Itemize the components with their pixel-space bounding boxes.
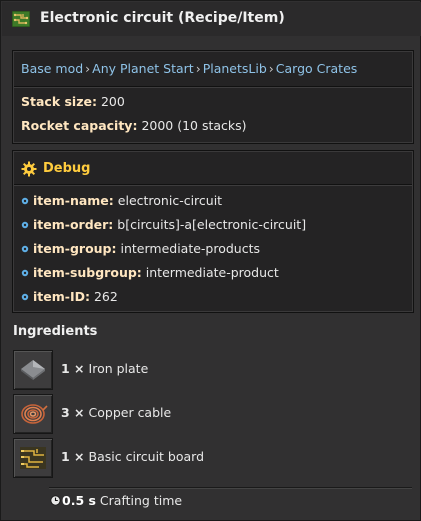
bullet-gear-icon — [21, 221, 29, 229]
rocket-capacity: Rocket capacity: 2000 (10 stacks) — [21, 118, 247, 133]
ingredients-heading: Ingredients — [13, 324, 98, 339]
ingredient-text: 1 × Basic circuit board — [61, 449, 204, 464]
breadcrumb-cargo-crates[interactable]: Cargo Crates — [276, 61, 358, 76]
bullet-gear-icon — [21, 197, 29, 205]
debug-row-item-order: item-order: b[circuits]-a[electronic-cir… — [21, 217, 306, 232]
debug-row-item-id: item-ID: 262 — [21, 289, 118, 304]
debug-row-item-name: item-name: electronic-circuit — [21, 193, 222, 208]
debug-value: intermediate-products — [120, 241, 261, 256]
debug-title: Debug — [43, 161, 91, 176]
debug-value: electronic-circuit — [117, 193, 223, 208]
breadcrumb-base-mod[interactable]: Base mod — [21, 61, 83, 76]
ingredient-text: 3 × Copper cable — [61, 405, 171, 420]
ingredient-name[interactable]: Basic circuit board — [89, 449, 205, 464]
ingredient-amount: 3 × — [61, 405, 85, 420]
debug-panel: Debug item-name: electronic-circuit item… — [12, 150, 414, 313]
debug-key: item-subgroup: — [33, 265, 142, 280]
ingredient-amount: 1 × — [61, 361, 85, 376]
divider — [14, 86, 412, 87]
gear-icon — [21, 161, 37, 177]
ingredient-row: 1 × Iron plate — [13, 350, 413, 390]
stack-size-label: Stack size: — [21, 94, 97, 109]
rocket-capacity-label: Rocket capacity: — [21, 118, 138, 133]
ingredient-row: 3 × Copper cable — [13, 394, 413, 434]
stack-size: Stack size: 200 — [21, 94, 125, 109]
copper-cable-icon — [21, 404, 48, 424]
debug-value: intermediate-product — [145, 265, 279, 280]
clock-icon — [50, 495, 61, 506]
tooltip-window: Electronic circuit (Recipe/Item) Base mo… — [0, 0, 421, 521]
stack-size-value: 200 — [100, 94, 125, 109]
electronic-circuit-icon — [12, 11, 30, 27]
rocket-capacity-value: 2000 (10 stacks) — [141, 118, 247, 133]
debug-value: 262 — [93, 289, 118, 304]
window-title: Electronic circuit (Recipe/Item) — [40, 10, 285, 26]
divider — [14, 184, 412, 185]
debug-row-item-group: item-group: intermediate-products — [21, 241, 260, 256]
crafting-time-label: Crafting time — [99, 493, 183, 508]
debug-key: item-name: — [33, 193, 114, 208]
ingredient-slot[interactable] — [13, 394, 53, 434]
breadcrumb-any-planet-start[interactable]: Any Planet Start — [92, 61, 194, 76]
debug-key: item-group: — [33, 241, 117, 256]
info-panel: Base mod › Any Planet Start › PlanetsLib › Car… — [12, 50, 414, 144]
basic-circuit-board-icon — [20, 447, 46, 469]
divider — [49, 487, 412, 488]
crafting-time: 0.5 s Crafting time — [50, 493, 182, 508]
ingredient-slot[interactable] — [13, 438, 53, 478]
ingredient-slot[interactable] — [13, 350, 53, 390]
title-bar: Electronic circuit (Recipe/Item) — [2, 2, 421, 36]
debug-row-item-subgroup: item-subgroup: intermediate-product — [21, 265, 279, 280]
iron-plate-icon — [21, 360, 45, 380]
ingredient-amount: 1 × — [61, 449, 85, 464]
breadcrumb-planetslib[interactable]: PlanetsLib — [203, 61, 267, 76]
bullet-gear-icon — [21, 269, 29, 277]
bullet-gear-icon — [21, 245, 29, 253]
bullet-gear-icon — [21, 293, 29, 301]
ingredient-row: 1 × Basic circuit board — [13, 438, 413, 478]
ingredient-name[interactable]: Copper cable — [89, 405, 172, 420]
crafting-time-value: 0.5 s — [62, 493, 96, 508]
debug-value: b[circuits]-a[electronic-circuit] — [117, 217, 307, 232]
debug-key: item-order: — [33, 217, 114, 232]
debug-key: item-ID: — [33, 289, 90, 304]
ingredient-text: 1 × Iron plate — [61, 361, 148, 376]
ingredient-name[interactable]: Iron plate — [89, 361, 149, 376]
breadcrumb: Base mod › Any Planet Start › PlanetsLib › Car… — [21, 61, 358, 76]
